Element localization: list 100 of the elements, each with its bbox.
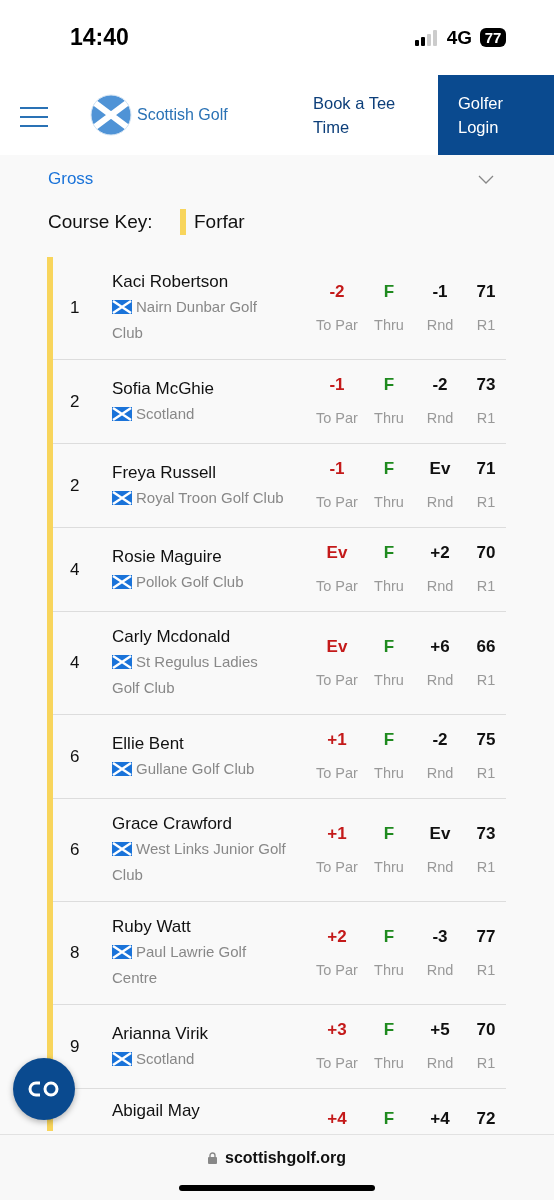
to-par-score: -1 [329,374,345,396]
total-score: 70 [476,1019,496,1041]
golfer-login-button[interactable]: Golfer Login [438,75,554,155]
round-score: Ev [429,822,451,845]
to-par-score: +1 [327,822,347,845]
course-key-label: Course Key: [48,211,154,233]
column-label: To Par [316,409,358,428]
lock-icon [208,1152,218,1164]
round-score: -2 [432,374,448,396]
round-score: +5 [430,1019,450,1041]
player-name[interactable]: Abigail May [112,1099,310,1123]
logo-text[interactable]: Scottish Golf [137,106,228,124]
player-name[interactable]: Arianna Virik [112,1021,310,1046]
menu-icon[interactable] [20,107,50,127]
column-label: To Par [316,857,358,877]
holes-thru: F [383,729,395,751]
club-name: Paul Lawrie Golf Centre [112,942,248,988]
to-par-score: Ev [326,635,348,658]
column-label: R1 [476,960,496,980]
book-tee-time-link[interactable]: Book a Tee Time [313,91,413,139]
position-number: 6 [69,746,81,767]
round-score: -2 [432,729,448,751]
player-name[interactable]: Carly Mcdonald [112,625,310,649]
round-score: +4 [430,1108,450,1130]
column-label: Thru [374,670,404,690]
course-name: Forfar [194,211,245,233]
signal-icon [414,29,439,46]
total-score: 77 [476,925,496,948]
player-name[interactable]: Rosie Maguire [112,544,310,569]
total-score: 70 [476,542,496,564]
column-label: R1 [476,857,496,877]
column-label: To Par [316,577,358,596]
round-score: +6 [430,635,450,658]
saltire-flag-icon [112,945,132,959]
total-score: 73 [476,374,496,396]
to-par-score: +2 [327,925,347,948]
position-number: 4 [69,559,81,580]
score-type-dropdown[interactable]: Gross [48,167,494,191]
holes-thru: F [383,1108,395,1130]
holes-thru: F [383,1019,395,1041]
saltire-flag-icon [112,655,132,669]
column-label: Thru [374,577,404,596]
round-score: -3 [432,925,448,948]
total-score: 66 [476,635,496,658]
holes-thru: F [383,458,395,480]
position-number: 2 [69,475,81,496]
total-score: 71 [476,458,496,480]
to-par-score: Ev [326,542,348,564]
column-label: To Par [316,493,358,512]
total-score: 75 [476,729,496,751]
player-name[interactable]: Freya Russell [112,460,310,485]
saltire-flag-icon [112,842,132,856]
battery-level: 77 [480,28,506,47]
column-label: To Par [316,315,358,335]
chevron-down-icon [478,174,494,184]
player-name[interactable]: Sofia McGhie [112,376,310,401]
column-label: Rnd [426,857,454,877]
saltire-flag-icon [112,574,132,589]
column-label: To Par [316,764,358,783]
url-text[interactable]: scottishgolf.org [225,1149,346,1167]
column-label: Rnd [426,493,454,512]
holes-thru: F [383,542,395,564]
player-name[interactable]: Kaci Robertson [112,270,310,294]
round-score: -1 [432,280,448,303]
saltire-flag-icon [112,1051,132,1066]
to-par-score: -1 [329,458,345,480]
saltire-flag-icon [112,761,132,776]
saltire-flag-icon [112,490,132,505]
column-label: To Par [316,670,358,690]
position-number: 8 [69,943,81,963]
total-score: 71 [476,280,496,303]
column-label: To Par [316,1054,358,1073]
holes-thru: F [383,280,395,303]
club-name: St Regulus Ladies Golf Club [112,652,259,698]
to-par-score: +3 [327,1019,347,1041]
club-name: Scotland [112,400,286,427]
column-label: R1 [476,1054,496,1073]
holes-thru: F [383,374,395,396]
column-label: R1 [476,409,496,428]
position-number: 6 [69,840,81,860]
player-name[interactable]: Ruby Watt [112,915,310,939]
toggle-icon [28,1081,60,1097]
player-name[interactable]: Ellie Bent [112,731,310,756]
player-name[interactable]: Grace Crawford [112,812,310,836]
club-name: Pollok Golf Club [112,568,286,595]
to-par-score: +4 [327,1108,347,1130]
column-label: R1 [476,577,496,596]
position-number: 4 [69,653,81,673]
total-score: 73 [476,822,496,845]
club-name: Nairn Dunbar Golf Club [112,297,258,343]
column-label: R1 [476,315,496,335]
clock-time: 14:40 [70,24,129,51]
column-label: To Par [316,960,358,980]
club-name: Gullane Golf Club [112,755,286,782]
position-number: 2 [69,391,81,412]
round-score: Ev [429,458,451,480]
column-label: R1 [476,670,496,690]
column-label: Rnd [426,670,454,690]
column-label: Rnd [426,1054,454,1073]
column-label: Rnd [426,960,454,980]
